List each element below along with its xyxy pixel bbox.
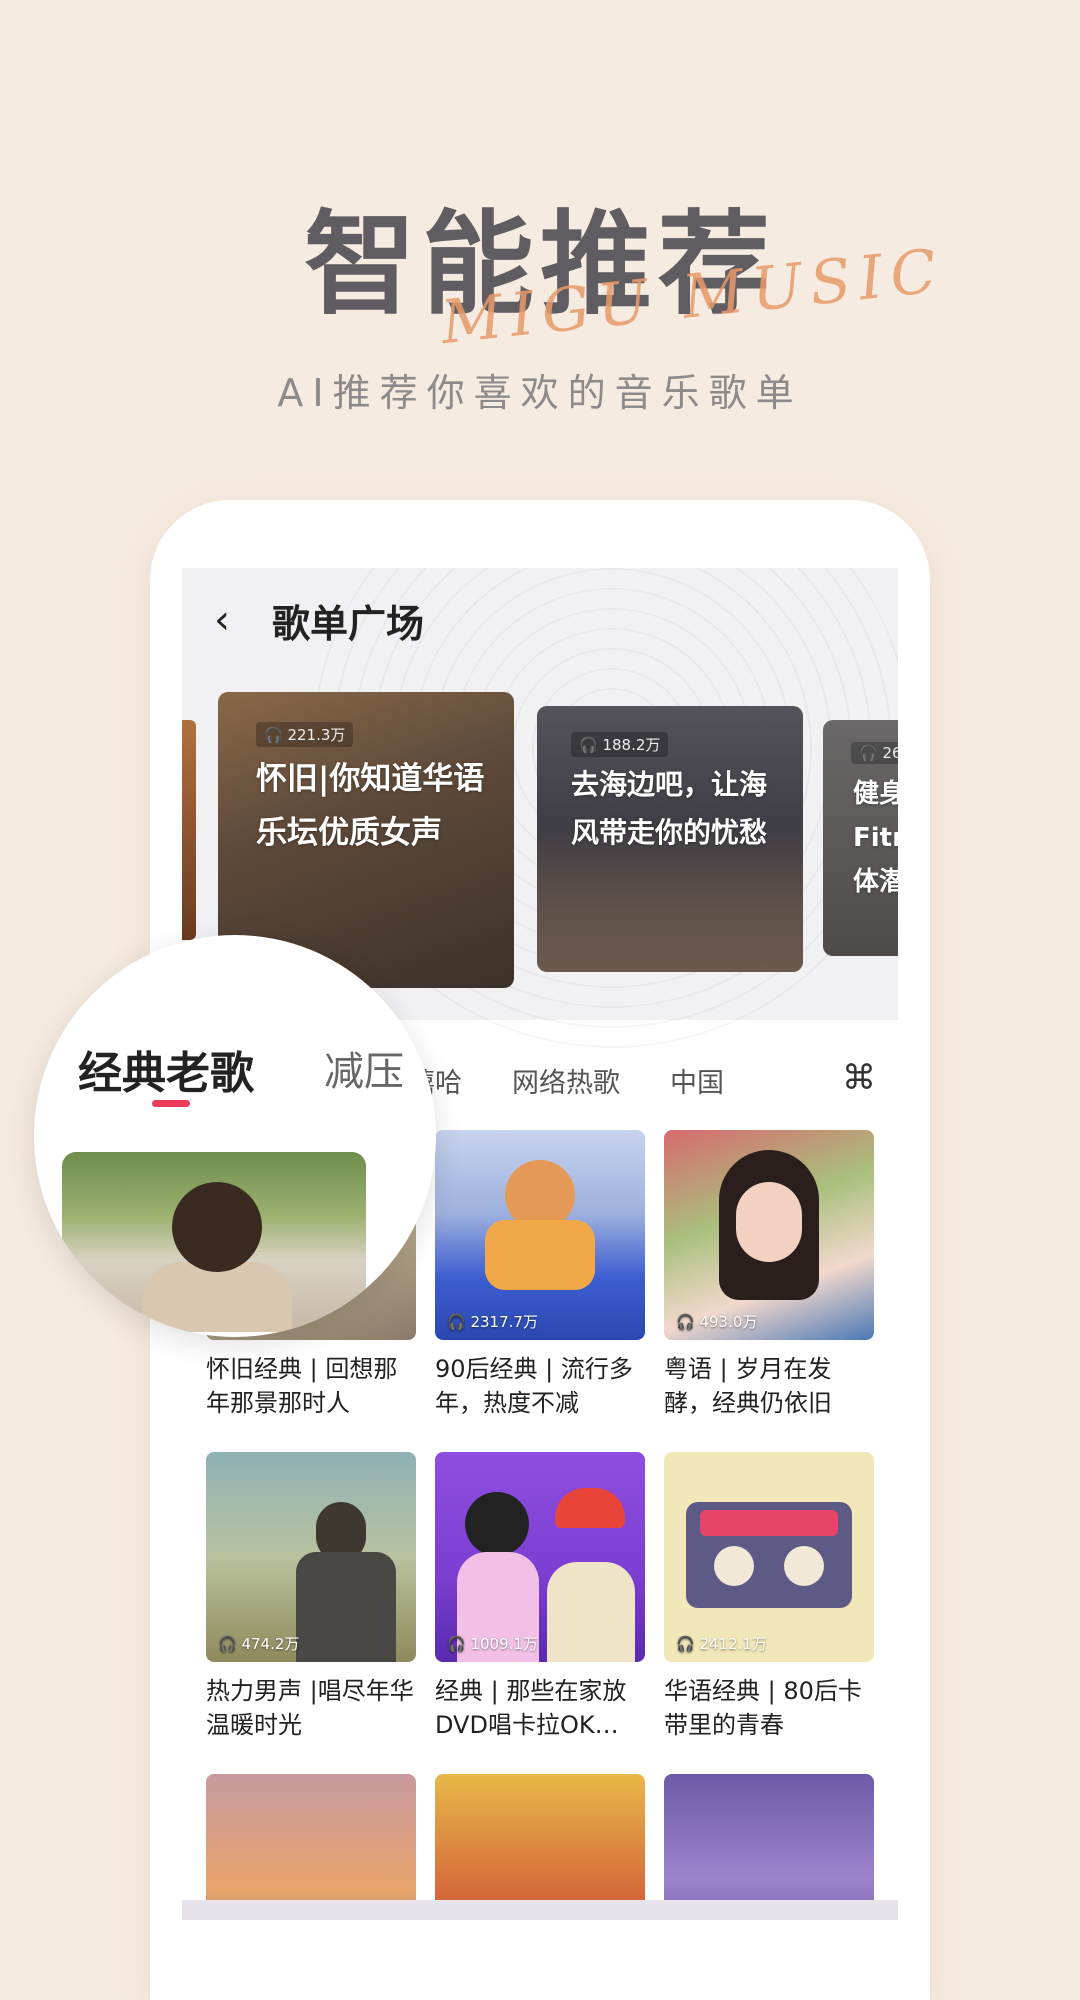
figure-hat (555, 1488, 625, 1528)
playlist-cover: 🎧 1009.1万 (435, 1452, 645, 1662)
tab-active[interactable]: 经典老歌 (78, 1037, 254, 1101)
figure-head (465, 1492, 529, 1556)
banner-card-prev[interactable] (182, 720, 196, 940)
playlist-card[interactable] (206, 1774, 416, 1920)
grid-icon[interactable]: ⌘ (842, 1061, 876, 1095)
figure-body (485, 1220, 595, 1290)
play-count: 🎧 474.2万 (218, 1635, 300, 1653)
playlist-title: 热力男声 |唱尽年华温暖时光 (206, 1677, 414, 1739)
tab-active-indicator (152, 1100, 190, 1107)
playlist-cover (435, 1774, 645, 1920)
playlist-card[interactable]: 🎧 474.2万 热力男声 |唱尽年华温暖时光 (206, 1452, 416, 1742)
playlist-cover: 🎧 2317.7万 (435, 1130, 645, 1340)
cassette-reel (784, 1546, 824, 1586)
playlist-card[interactable]: 🎧 2317.7万 90后经典 | 流行多年，热度不减 (435, 1130, 645, 1420)
playlist-cover (206, 1774, 416, 1920)
magnifier-callout: 经典老歌 减压 (34, 935, 436, 1337)
figure-head (172, 1182, 262, 1272)
back-button[interactable]: ‹ (182, 597, 262, 643)
tab-item[interactable]: 减压 (324, 1039, 404, 1097)
playlist-title: 经典 | 那些在家放DVD唱卡拉OK… (435, 1677, 627, 1739)
playlist-card[interactable]: 🎧 493.0万 粤语 | 岁月在发酵，经典仍依旧 (664, 1130, 874, 1420)
play-count: 🎧 188.2万 (571, 732, 669, 757)
play-count: 🎧 221.3万 (256, 722, 354, 747)
playlist-card[interactable]: 🎧 1009.1万 经典 | 那些在家放DVD唱卡拉OK… (435, 1452, 645, 1742)
nav-bar: ‹ 歌单广场 (182, 588, 898, 652)
play-count: 🎧 2317.7万 (447, 1313, 538, 1331)
banner-card[interactable]: 🎧 188.2万 去海边吧，让海风带走你的忧愁 (537, 706, 803, 972)
cassette-label (700, 1510, 838, 1536)
play-count: 🎧 493.0万 (676, 1313, 758, 1331)
page-title: 歌单广场 (272, 601, 425, 646)
banner-title-line: Fitn (853, 823, 898, 853)
playlist-card[interactable] (664, 1774, 874, 1920)
playlist-card[interactable]: 🎧 2412.1万 华语经典 | 80后卡带里的青春 (664, 1452, 874, 1742)
figure-body (547, 1562, 635, 1662)
banner-title-line: 体潜 (853, 867, 898, 897)
figure-body (296, 1552, 396, 1662)
figure-face (736, 1182, 802, 1262)
tab-item[interactable]: 中国 (670, 1061, 724, 1100)
playlist-title: 华语经典 | 80后卡带里的青春 (664, 1677, 862, 1739)
playlist-cover: 🎧 474.2万 (206, 1452, 416, 1662)
banner-title: 健身 Fitn 体潜 (853, 772, 898, 904)
playlist-cover-magnified[interactable] (62, 1152, 366, 1332)
banner-title: 去海边吧，让海风带走你的忧愁 (571, 768, 768, 849)
playlist-cover: 🎧 493.0万 (664, 1130, 874, 1340)
playlist-title: 怀旧经典 | 回想那年那景那时人 (206, 1355, 398, 1417)
mini-player-bar[interactable] (182, 1900, 898, 1920)
playlist-title: 粤语 | 岁月在发酵，经典仍依旧 (664, 1355, 832, 1417)
tab-item[interactable]: 网络热歌 (512, 1061, 620, 1100)
playlist-title: 90后经典 | 流行多年，热度不减 (435, 1355, 633, 1417)
figure-body (142, 1262, 292, 1332)
banner-card-next[interactable]: 🎧 26 健身 Fitn 体潜 (823, 720, 898, 956)
banner-title-line: 健身 (853, 779, 898, 809)
play-count: 🎧 1009.1万 (447, 1635, 538, 1653)
banner-title: 怀旧|你知道华语乐坛优质女声 (256, 761, 485, 851)
playlist-card[interactable] (435, 1774, 645, 1920)
play-count: 🎧 2412.1万 (676, 1635, 767, 1653)
playlist-cover: 🎧 2412.1万 (664, 1452, 874, 1662)
playlist-cover (664, 1774, 874, 1920)
chevron-left-icon: ‹ (214, 597, 230, 643)
play-count: 🎧 26 (851, 742, 898, 764)
hero-subtitle: AI推荐你喜欢的音乐歌单 (277, 371, 803, 415)
cassette-reel (714, 1546, 754, 1586)
